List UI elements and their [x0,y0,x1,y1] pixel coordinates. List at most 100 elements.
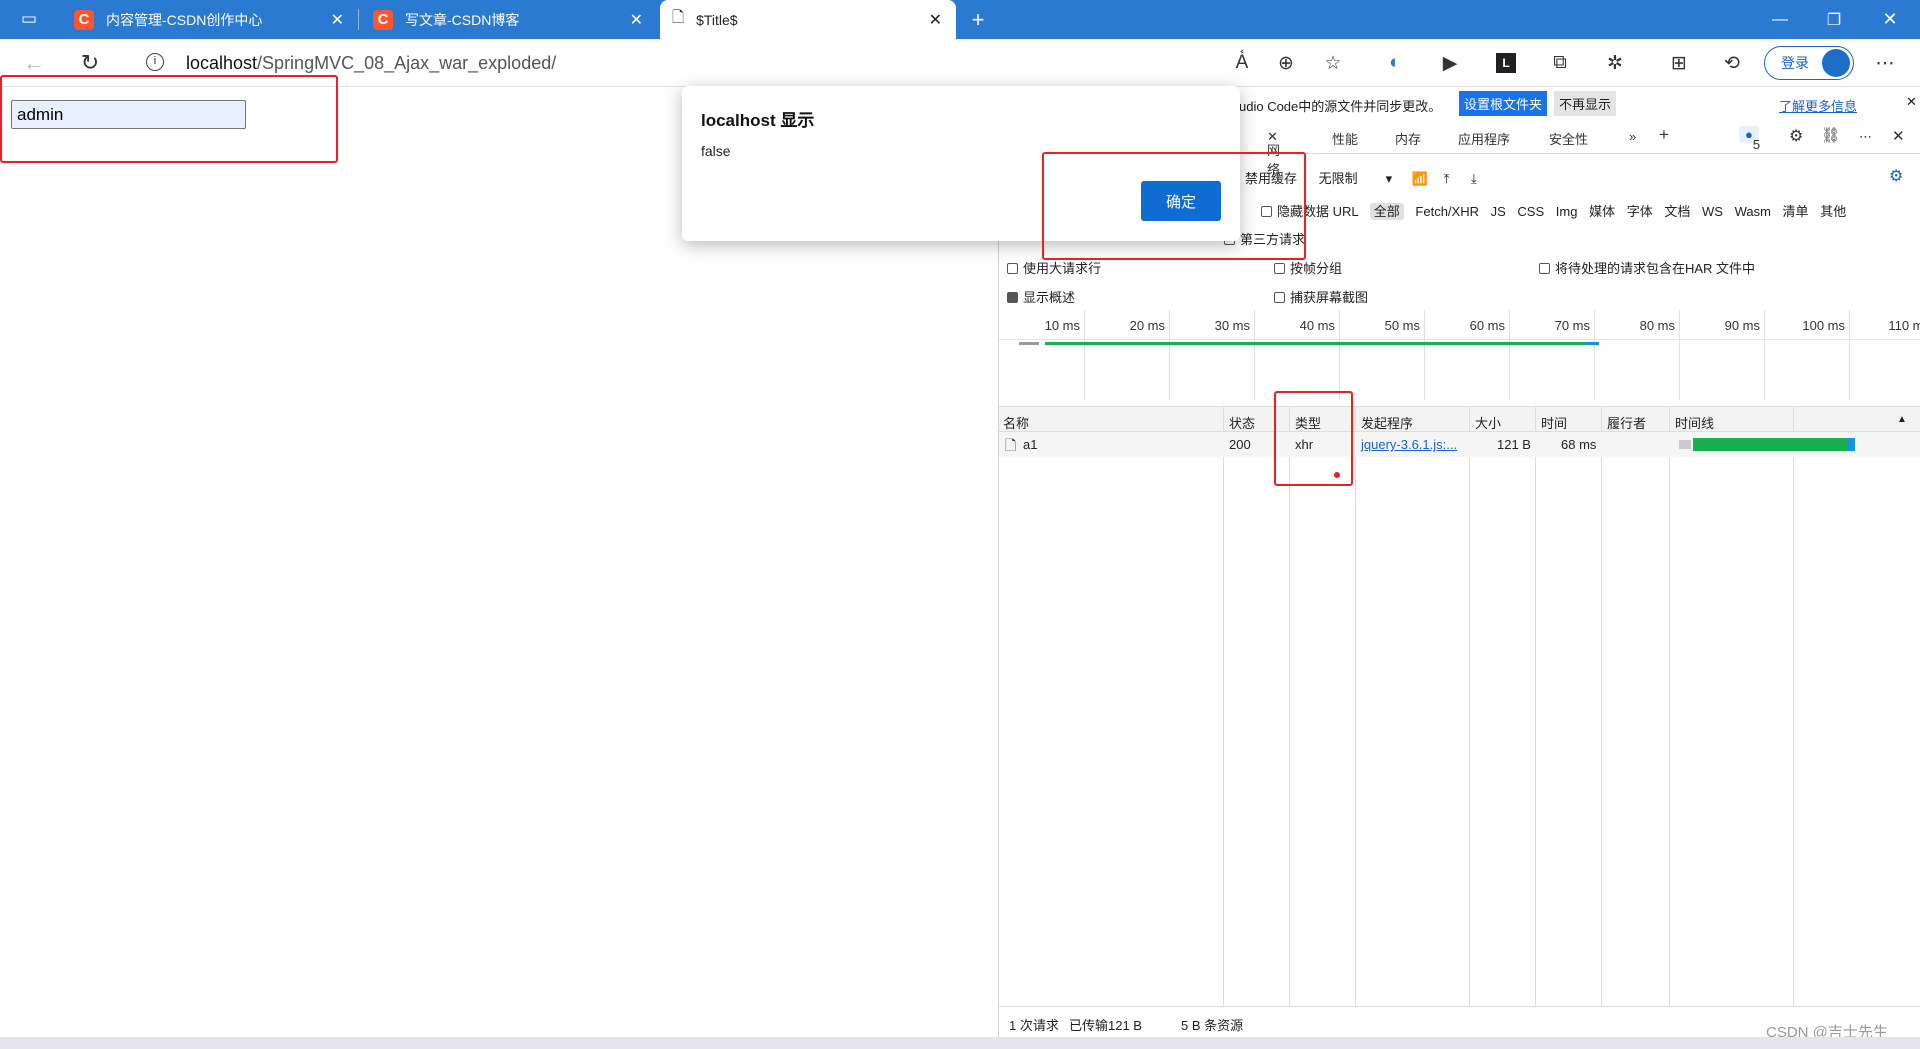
url-path: /SpringMVC_08_Ajax_war_exploded/ [257,53,557,73]
filter-font[interactable]: 字体 [1627,204,1653,219]
minimize-button[interactable]: — [1752,0,1808,39]
export-icon[interactable]: ⤓ [1471,171,1477,186]
more-options-icon[interactable]: ⋯ [1859,129,1872,145]
col-divider [1223,406,1224,1012]
tab-active-page[interactable]: 🗋 $Title$ ✕ [660,0,956,39]
tab-performance[interactable]: 性能 [1332,129,1358,148]
screenshot-label: 捕获屏幕截图 [1290,290,1369,305]
more-tabs-icon[interactable]: » [1629,129,1636,144]
network-settings-icon[interactable]: ⚙ [1889,166,1903,186]
timeline-tick-label: 50 ms [1384,318,1420,333]
screenshot-checkbox[interactable] [1274,292,1285,303]
csdn-favicon-icon: C [373,9,393,30]
col-fulfilled[interactable]: 履行者 [1607,413,1646,432]
tab-application[interactable]: 应用程序 [1458,129,1510,148]
overview-checkbox[interactable] [1007,292,1018,303]
filter-js[interactable]: JS [1491,204,1506,219]
dont-show-again-button[interactable]: 不再显示 [1554,91,1617,116]
filter-media[interactable]: 媒体 [1589,204,1615,219]
filter-css[interactable]: CSS [1517,204,1544,219]
tab-memory[interactable]: 内存 [1395,129,1421,148]
filter-fetch-xhr[interactable]: Fetch/XHR [1415,204,1479,219]
extension-doc-icon[interactable]: ⧉ [1545,49,1575,77]
sort-up-icon[interactable]: ▲ [1897,414,1907,425]
har-checkbox[interactable] [1539,263,1550,274]
close-icon[interactable]: ✕ [630,10,643,30]
extension-l-icon[interactable]: L [1491,49,1521,77]
filter-all[interactable]: 全部 [1369,203,1404,220]
status-transferred: 已传输121 B [1069,1018,1142,1033]
add-tab-icon[interactable]: + [1659,125,1669,145]
close-window-button[interactable]: ✕ [1862,0,1918,39]
tab-csdn-write[interactable]: C 写文章-CSDN博客 ✕ [361,0,657,39]
col-divider [1793,406,1794,1012]
site-info-icon[interactable]: i [146,53,164,71]
page-file-icon: 🗋 [672,9,685,26]
new-tab-button[interactable]: + [950,0,1006,39]
col-name[interactable]: 名称 [1003,413,1029,432]
zoom-icon[interactable]: ⊕ [1271,49,1301,77]
col-time[interactable]: 时间 [1541,413,1567,432]
filter-bar: 隐藏数据 URL 全部 Fetch/XHR JS CSS Img 媒体 字体 文… [1261,201,1846,220]
option-overview: 显示概述 [1007,287,1075,306]
filter-img[interactable]: Img [1556,204,1578,219]
set-root-folder-button[interactable]: 设置根文件夹 [1459,91,1548,116]
close-icon[interactable]: ✕ [331,10,344,30]
col-status[interactable]: 状态 [1229,413,1255,432]
overview-waterfall-start [1019,342,1039,345]
table-row[interactable]: 🗋 a1 200 xhr jquery-3.6.1.js:... 121 B 6… [999,432,1920,457]
timeline-tick-line [1339,310,1340,400]
option-group-frame: 按帧分组 [1274,258,1342,277]
overview-label: 显示概述 [1023,290,1076,305]
favorite-icon[interactable]: ☆ [1318,49,1348,77]
learn-more-link[interactable]: 了解更多信息 [1779,96,1857,115]
tab-actions-icon[interactable]: ▭ [14,5,44,33]
read-aloud-icon[interactable]: A᷾ [1227,49,1257,77]
issues-badge[interactable]: ● 5 [1739,126,1760,152]
timeline-tick-line [1084,310,1085,400]
login-button[interactable]: 登录 [1764,46,1854,80]
tab-csdn-content[interactable]: C 内容管理-CSDN创作中心 ✕ [62,0,358,39]
filter-other[interactable]: 其他 [1820,204,1846,219]
close-icon[interactable]: ✕ [929,10,942,30]
highlight-input-box [0,75,338,163]
csdn-favicon-icon: C [74,9,94,30]
throttle-select[interactable]: 无限制 ▾ [1319,171,1393,186]
login-label: 登录 [1781,55,1809,71]
col-initiator[interactable]: 发起程序 [1361,413,1413,432]
timeline-tick-label: 30 ms [1214,318,1250,333]
filter-manifest[interactable]: 清单 [1783,204,1809,219]
timeline-tick-line [1594,310,1595,400]
more-menu-icon[interactable]: ⋯ [1870,49,1900,77]
throttle-label: 无限制 [1318,171,1358,186]
col-divider [1669,406,1670,1012]
filter-wasm[interactable]: Wasm [1735,204,1771,219]
big-rows-checkbox[interactable] [1007,263,1018,274]
timeline-tick-label: 10 ms [1044,318,1080,333]
collections-icon[interactable]: ⊞ [1664,49,1694,77]
history-icon[interactable]: ⟲ [1717,49,1747,77]
col-divider [1601,406,1602,1012]
copilot-icon[interactable]: ◐ [1380,49,1410,77]
import-icon[interactable]: ⤒ [1444,171,1450,186]
filter-ws[interactable]: WS [1702,204,1723,219]
col-divider [1535,406,1536,1012]
col-waterfall[interactable]: 时间线 [1675,413,1714,432]
restore-button[interactable]: ❐ [1806,0,1862,39]
row-initiator-link[interactable]: jquery-3.6.1.js:... [1361,437,1457,452]
wifi-icon[interactable]: 📶 [1412,171,1428,186]
filter-doc[interactable]: 文档 [1664,204,1690,219]
tab-security[interactable]: 安全性 [1549,129,1588,148]
settings-icon[interactable]: ⚙ [1789,126,1803,146]
play-icon[interactable]: ▶ [1435,49,1465,77]
col-size[interactable]: 大小 [1475,413,1501,432]
timeline-tick-label: 80 ms [1639,318,1675,333]
tab-network[interactable]: 网络 ✕ [1267,129,1280,177]
row-time: 68 ms [1561,437,1597,452]
close-devtools-icon[interactable]: ✕ [1892,127,1905,145]
close-icon[interactable]: ✕ [1906,94,1917,110]
extensions-icon[interactable]: ✲ [1600,49,1630,77]
dialog-message: false [701,143,731,159]
device-icon[interactable]: ⛓ [1821,126,1840,144]
group-frame-checkbox[interactable] [1274,263,1285,274]
